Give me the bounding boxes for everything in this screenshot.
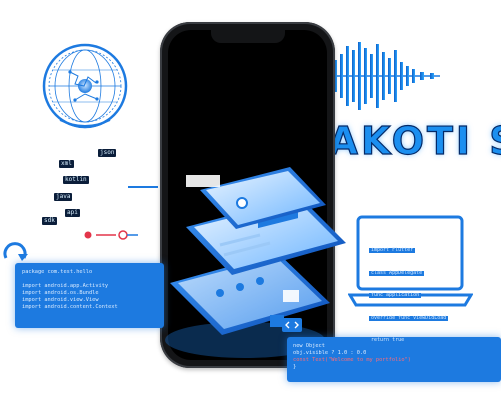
tag-6: sdk xyxy=(42,217,57,225)
code-snippet-kotlin: package com.test.hello import android.ap… xyxy=(15,263,164,328)
laptop-code: import Flutter class AppDelegate func ap… xyxy=(369,236,449,349)
refresh-icon xyxy=(3,242,28,261)
tag-4: java xyxy=(54,193,73,201)
laptop-code-line: import Flutter xyxy=(369,247,416,253)
code-line: const Text("Welcome to my portfolio") xyxy=(293,357,411,363)
globe-icon xyxy=(42,43,128,129)
phone-notch xyxy=(211,30,285,43)
code-tag-icon xyxy=(282,318,302,332)
laptop-code-line: return true xyxy=(369,337,407,343)
code-line: package com.test.hello xyxy=(22,269,93,275)
code-line: } xyxy=(293,364,297,370)
code-line: import android.content.Context xyxy=(22,304,118,310)
code-line: obj.visible ? 1.0 : 0.0 xyxy=(293,350,367,356)
tag-5: api xyxy=(65,209,80,217)
code-line: import android.os.Bundle xyxy=(22,290,99,296)
tag-2: xml xyxy=(59,160,74,168)
tag-1: json xyxy=(98,149,117,157)
link-icon xyxy=(84,230,138,240)
laptop-code-line: override func viewDidLoad xyxy=(369,314,449,321)
layered-app-screens xyxy=(165,167,346,358)
tag-3: kotlin xyxy=(63,176,89,184)
laptop-code-line: class AppDelegate xyxy=(369,269,425,276)
code-line: import android.view.View xyxy=(22,297,99,303)
code-line: import android.app.Activity xyxy=(22,283,109,289)
laptop-code-line: func application xyxy=(369,292,422,298)
